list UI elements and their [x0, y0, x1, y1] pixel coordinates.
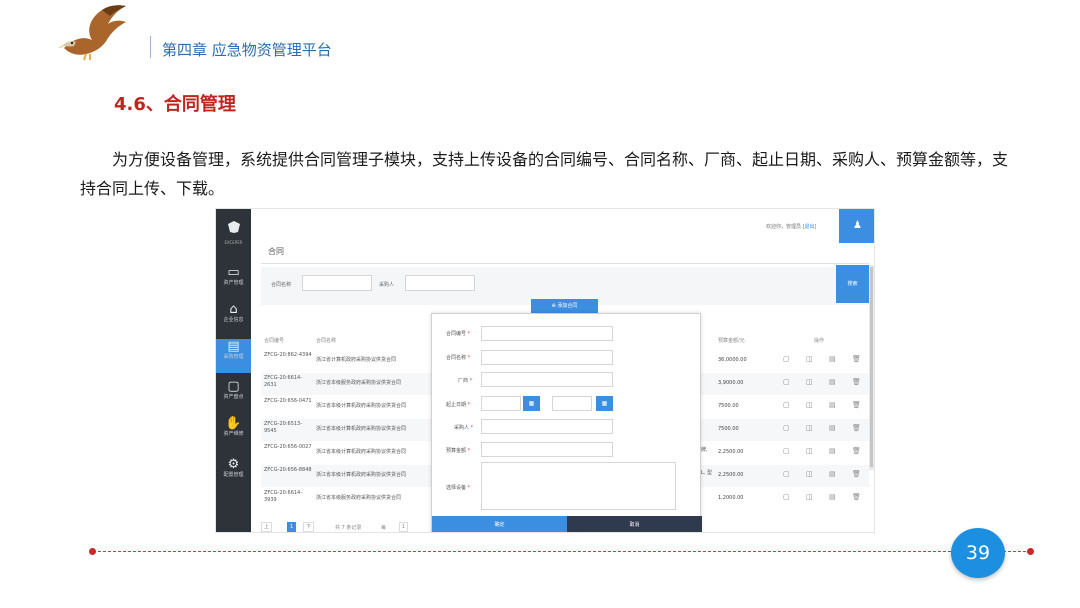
sidebar-item-purchase[interactable]: ▤ 采购管理 [216, 339, 251, 373]
contract-no-label: 合同编号 * [446, 331, 471, 337]
trash-icon[interactable]: 🗑 [852, 378, 861, 386]
edit-icon[interactable]: ◫ [806, 424, 813, 432]
edit-icon[interactable]: ◫ [806, 493, 813, 501]
download-icon[interactable]: ▤ [829, 470, 836, 478]
prev-page-button[interactable]: 上一页 [261, 522, 273, 532]
vendor-input[interactable] [481, 372, 613, 387]
footer-divider [93, 551, 1031, 552]
download-icon[interactable]: ▤ [829, 401, 836, 409]
folder-icon: ▭ [227, 265, 240, 280]
footer-dot-left [89, 548, 96, 555]
download-icon[interactable]: ▤ [829, 378, 836, 386]
trash-icon[interactable]: 🗑 [852, 401, 861, 409]
buyer-input[interactable] [405, 275, 475, 291]
trash-icon[interactable]: 🗑 [852, 424, 861, 432]
topbar: 欢迎你，管理员 [退出] ♟ [251, 209, 874, 243]
chapter-title: 第四章 应急物资管理平台 [162, 41, 332, 59]
date-range-label: 起止日期 * [446, 402, 471, 408]
add-contract-button[interactable]: ⊕ 添加合同 [531, 299, 598, 313]
gear-icon: ⚙ [227, 457, 240, 472]
contract-name-label: 合同名称 * [446, 355, 471, 361]
view-icon[interactable]: ▢ [783, 424, 790, 432]
brand-logo: EXCEPER [216, 219, 251, 245]
end-date-input[interactable] [552, 396, 592, 411]
page-title: 合同 [268, 247, 284, 256]
download-icon[interactable]: ▤ [829, 355, 836, 363]
download-icon[interactable]: ▤ [829, 447, 836, 455]
cancel-button[interactable]: 取消 [567, 516, 702, 532]
shield-logo-icon [227, 221, 240, 233]
section-title: 4.6、合同管理 [114, 94, 236, 115]
trash-icon[interactable]: 🗑 [852, 447, 861, 455]
edit-icon[interactable]: ◫ [806, 378, 813, 386]
per-page-select[interactable]: 1 [399, 522, 409, 532]
contract-name-field[interactable] [481, 350, 613, 365]
hand-icon: ✋ [225, 416, 242, 431]
calendar-icon[interactable]: ▦ [596, 396, 613, 411]
page-1-button[interactable]: 1 [287, 522, 297, 532]
footer-dot-right [1027, 548, 1034, 555]
app-screenshot: EXCEPER ▭ 资产管理 ⌂ 企业信息 ▤ 采购管理 ▢ 资产盘点 ✋ 资产… [215, 208, 875, 533]
record-count: 共 7 条记录 [335, 525, 362, 531]
next-page-button[interactable]: 下一页 [303, 522, 315, 532]
doc-icon: ▤ [227, 339, 240, 354]
sidebar-item-assets[interactable]: ▭ 资产管理 [216, 265, 251, 299]
download-icon[interactable]: ▤ [829, 424, 836, 432]
edit-icon[interactable]: ◫ [806, 447, 813, 455]
device-select-area[interactable] [481, 462, 676, 510]
edit-icon[interactable]: ◫ [806, 355, 813, 363]
trash-icon[interactable]: 🗑 [852, 355, 861, 363]
budget-input[interactable] [481, 442, 613, 457]
confirm-button[interactable]: 确定 [432, 516, 567, 532]
per-page-label: 每页 [381, 525, 387, 531]
user-avatar[interactable]: ♟ [839, 209, 874, 243]
col-header-budget: 预算金额/元 [718, 338, 745, 344]
download-icon[interactable]: ▤ [829, 493, 836, 501]
edit-icon[interactable]: ◫ [806, 401, 813, 409]
sidebar-item-company[interactable]: ⌂ 企业信息 [216, 302, 251, 336]
budget-label: 预算金额 * [446, 448, 471, 454]
start-date-input[interactable] [481, 396, 521, 411]
edit-icon[interactable]: ◫ [806, 470, 813, 478]
device-label: 选择设备 * [446, 485, 471, 491]
add-contract-dialog: 合同编号 * 合同名称 * 厂商 * 起止日期 * ▦ ▦ 采购人 * 预算金额… [431, 313, 702, 532]
calendar-icon[interactable]: ▦ [523, 396, 540, 411]
sidebar: EXCEPER ▭ 资产管理 ⌂ 企业信息 ▤ 采购管理 ▢ 资产盘点 ✋ 资产… [216, 209, 251, 532]
sidebar-item-repair[interactable]: ✋ 资产维修 [216, 416, 251, 450]
eagle-logo-icon [58, 5, 126, 61]
view-icon[interactable]: ▢ [783, 378, 790, 386]
logout-link[interactable]: [退出] [803, 224, 817, 230]
contract-name-label: 合同名称 [271, 282, 292, 288]
sidebar-item-inventory[interactable]: ▢ 资产盘点 [216, 379, 251, 413]
description-paragraph: 为方便设备管理，系统提供合同管理子模块，支持上传设备的合同编号、合同名称、厂商、… [80, 150, 1009, 197]
vendor-label: 厂商 * [458, 378, 473, 384]
buyer-label: 采购人 [379, 282, 395, 288]
page-number-badge: 39 [951, 528, 1005, 578]
trash-icon[interactable]: 🗑 [852, 470, 861, 478]
view-icon[interactable]: ▢ [783, 401, 790, 409]
welcome-text: 欢迎你，管理员 [退出] [766, 224, 817, 230]
col-header-name: 合同名称 [316, 338, 337, 344]
home-icon: ⌂ [229, 302, 238, 317]
view-icon[interactable]: ▢ [783, 355, 790, 363]
view-icon[interactable]: ▢ [783, 470, 790, 478]
sidebar-item-config[interactable]: ⚙ 配置管理 [216, 457, 251, 491]
buyer-label: 采购人 * [454, 425, 474, 431]
view-icon[interactable]: ▢ [783, 493, 790, 501]
scrollbar-thumb[interactable] [870, 267, 873, 467]
brand-text: EXCEPER [224, 240, 243, 245]
trash-icon[interactable]: 🗑 [852, 493, 861, 501]
monitor-icon: ▢ [227, 379, 240, 394]
header-divider [150, 36, 151, 58]
view-icon[interactable]: ▢ [783, 447, 790, 455]
title-divider [261, 263, 869, 264]
contract-name-input[interactable] [302, 275, 372, 291]
search-button[interactable]: 搜索 [836, 265, 869, 303]
col-header-no: 合同编号 [264, 338, 285, 344]
buyer-field[interactable] [481, 419, 613, 434]
col-header-ops: 操作 [814, 338, 825, 344]
contract-no-input[interactable] [481, 326, 613, 341]
